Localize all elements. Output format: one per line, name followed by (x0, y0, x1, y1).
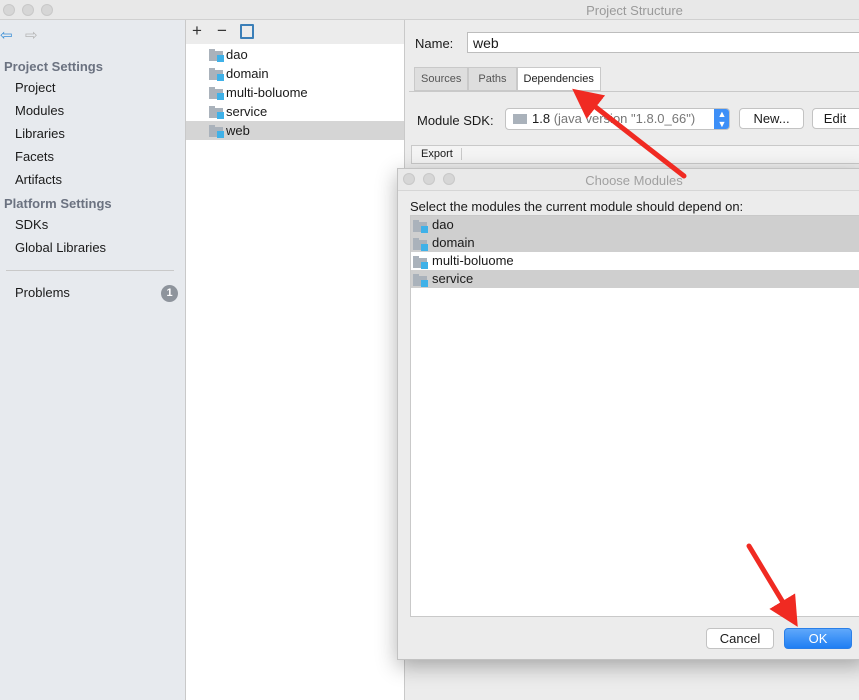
dialog-title: Choose Modules (585, 173, 683, 188)
dependencies-table-header: Export (411, 145, 859, 164)
dialog-title-bar: Choose Modules (398, 169, 859, 191)
problems-count-badge: 1 (161, 285, 178, 302)
copy-icon[interactable] (240, 24, 254, 39)
sdk-folder-icon (513, 114, 527, 124)
sidebar-item-sdks[interactable]: SDKs (15, 217, 48, 232)
tab-sources[interactable]: Sources (414, 67, 469, 91)
module-item-domain[interactable]: domain (186, 64, 404, 83)
new-sdk-button[interactable]: New... (739, 108, 804, 129)
module-label: web (226, 123, 250, 138)
module-folder-icon (413, 238, 429, 251)
module-list: dao domain multi-boluome service web (186, 44, 404, 140)
edit-sdk-button[interactable]: Edit (812, 108, 859, 129)
tab-paths[interactable]: Paths (468, 67, 517, 91)
module-label: domain (226, 66, 269, 81)
sdk-detail: (java version "1.8.0_66") (553, 111, 696, 126)
sidebar-item-artifacts[interactable]: Artifacts (15, 172, 62, 187)
module-label: multi-boluome (432, 253, 514, 268)
dialog-prompt: Select the modules the current module sh… (410, 199, 744, 214)
module-folder-icon (209, 49, 225, 62)
dialog-item-service[interactable]: service (411, 270, 859, 288)
tab-dependencies[interactable]: Dependencies (516, 67, 601, 91)
back-arrow-icon[interactable]: ⇦ (0, 26, 13, 44)
sidebar-item-problems[interactable]: Problems (15, 285, 70, 300)
dialog-item-dao[interactable]: dao (411, 216, 859, 234)
module-folder-icon (413, 274, 429, 287)
module-label: domain (432, 235, 475, 250)
forward-arrow-icon[interactable]: ⇨ (25, 26, 38, 44)
module-folder-icon (209, 125, 225, 138)
divider (409, 91, 859, 92)
module-folder-icon (413, 256, 429, 269)
ok-button[interactable]: OK (784, 628, 852, 649)
dialog-item-domain[interactable]: domain (411, 234, 859, 252)
module-folder-icon (209, 68, 225, 81)
sidebar-item-global-libraries[interactable]: Global Libraries (15, 240, 106, 255)
sidebar-item-facets[interactable]: Facets (15, 149, 54, 164)
tab-bar: Sources Paths Dependencies (414, 67, 601, 91)
choose-modules-dialog: Choose Modules Select the modules the cu… (397, 168, 859, 660)
module-item-web[interactable]: web (186, 121, 404, 140)
module-sdk-select[interactable]: 1.8 (java version "1.8.0_66") ▲ ▼ (505, 108, 730, 130)
dialog-module-list: dao domain multi-boluome service (410, 215, 859, 617)
chevron-up-down-icon: ▲ ▼ (714, 109, 729, 129)
window-title: Project Structure (586, 3, 683, 18)
module-item-dao[interactable]: dao (186, 45, 404, 64)
module-label: multi-boluome (226, 85, 308, 100)
sidebar-item-project[interactable]: Project (15, 80, 55, 95)
sidebar: ⇦ ⇨ Project Settings Project Modules Lib… (0, 20, 186, 700)
dialog-item-multi-boluome[interactable]: multi-boluome (411, 252, 859, 270)
section-platform-settings: Platform Settings (4, 196, 112, 211)
export-column-header[interactable]: Export (421, 148, 462, 160)
module-item-service[interactable]: service (186, 102, 404, 121)
sdk-version: 1.8 (532, 111, 551, 126)
title-bar: Project Structure (0, 0, 859, 20)
divider (6, 270, 174, 271)
cancel-button[interactable]: Cancel (706, 628, 774, 649)
module-folder-icon (209, 106, 225, 119)
module-item-multi-boluome[interactable]: multi-boluome (186, 83, 404, 102)
module-label: dao (432, 217, 454, 232)
module-folder-icon (209, 87, 225, 100)
module-list-panel: + − dao domain multi-boluome service web (186, 20, 405, 700)
sidebar-item-modules[interactable]: Modules (15, 103, 64, 118)
module-toolbar: + − (186, 20, 404, 44)
module-folder-icon (413, 220, 429, 233)
name-input[interactable]: web (467, 32, 859, 53)
module-label: service (226, 104, 268, 119)
name-label: Name: (415, 36, 454, 51)
add-module-button[interactable]: + (192, 21, 202, 41)
sidebar-item-libraries[interactable]: Libraries (15, 126, 65, 141)
module-label: service (432, 271, 474, 286)
section-project-settings: Project Settings (4, 59, 103, 74)
remove-module-button[interactable]: − (217, 21, 227, 41)
module-sdk-label: Module SDK: (417, 113, 494, 128)
module-label: dao (226, 47, 248, 62)
